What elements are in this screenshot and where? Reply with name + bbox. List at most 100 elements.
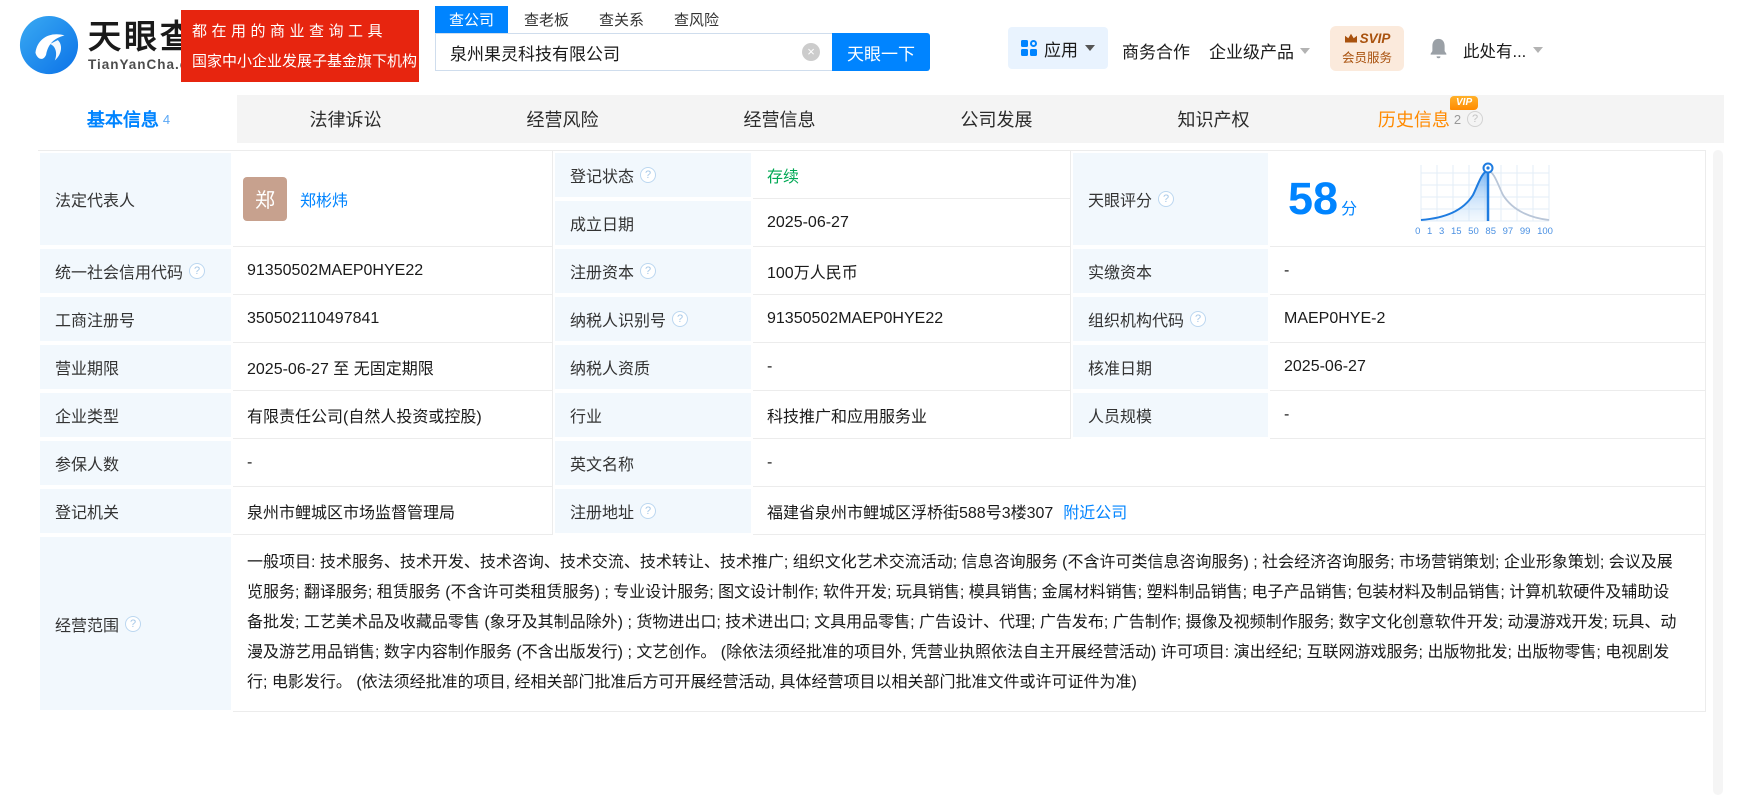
tab-intellectual-property[interactable]: 知识产权	[1105, 95, 1322, 143]
established-label: 成立日期	[553, 199, 753, 247]
help-icon[interactable]: ?	[640, 263, 657, 279]
status-established-column: 登记状态 ? 存续 成立日期 2025-06-27	[553, 151, 1071, 247]
help-icon: ?	[1467, 111, 1484, 127]
tab-operating-info[interactable]: 经营信息	[671, 95, 888, 143]
org-code-label: 组织机构代码 ?	[1071, 295, 1270, 343]
apps-label: 应用	[1044, 40, 1078, 60]
registered-capital-label: 注册资本 ?	[553, 247, 753, 295]
tab-legal-litigation[interactable]: 法律诉讼	[237, 95, 454, 143]
registered-address-label: 注册地址 ?	[553, 487, 753, 535]
tianyancha-page: 天眼查 TianYanCha.com 都在用的商业查询工具 国家中小企业发展子基…	[0, 0, 1744, 795]
table-row-registry: 登记机关 泉州市鲤城区市场监督管理局 注册地址 ? 福建省泉州市鲤城区浮桥街58…	[38, 487, 1706, 535]
search-tab-risk[interactable]: 查风险	[674, 6, 719, 33]
registry-authority-value: 泉州市鲤城区市场监督管理局	[233, 487, 553, 535]
taxpayer-qualification-label: 纳税人资质	[553, 343, 753, 391]
business-scope-label: 经营范围 ?	[38, 535, 233, 712]
avatar[interactable]: 郑	[243, 176, 287, 221]
tab-legal-litigation-label: 法律诉讼	[309, 110, 382, 130]
tab-operating-info-label: 经营信息	[743, 110, 816, 130]
nav-business-cooperation[interactable]: 商务合作	[1122, 38, 1190, 63]
search-tab-boss[interactable]: 查老板	[524, 6, 569, 33]
search-tabs: 查公司 查老板 查关系 查风险	[435, 6, 930, 33]
table-row-reg-status: 登记状态 ? 存续	[553, 151, 1071, 199]
label-text: 登记机关	[55, 505, 120, 522]
industry-label: 行业	[553, 391, 753, 439]
score-distribution-curve	[1420, 162, 1550, 221]
chevron-down-icon	[1533, 47, 1544, 53]
label-text: 核准日期	[1088, 361, 1153, 378]
tick-label: 3	[1438, 225, 1445, 237]
approval-date-label: 核准日期	[1071, 343, 1270, 391]
promo-line1: 都在用的商业查询工具	[192, 23, 388, 40]
crown-icon	[1344, 33, 1357, 43]
reg-status-value: 存续	[753, 151, 1071, 199]
nearby-companies-link[interactable]: 附近公司	[1063, 499, 1127, 523]
search-button[interactable]: 天眼一下	[832, 33, 930, 71]
help-icon[interactable]: ?	[1158, 191, 1175, 207]
insured-count-value: -	[233, 439, 553, 487]
help-icon[interactable]: ?	[640, 503, 657, 519]
tab-history-info[interactable]: VIP 历史信息 2 ?	[1322, 95, 1539, 143]
user-menu[interactable]: 此处有...	[1463, 38, 1544, 62]
help-icon[interactable]: ?	[1190, 311, 1207, 327]
approval-date-value: 2025-06-27	[1270, 343, 1706, 391]
credit-code-value: 91350502MAEP0HYE22	[233, 247, 553, 295]
label-text: 英文名称	[570, 457, 635, 474]
promo-line2: 国家中小企业发展子基金旗下机构	[192, 53, 418, 70]
english-name-label: 英文名称	[553, 439, 753, 487]
table-row-registration-number: 工商注册号 350502110497841 纳税人识别号 ? 91350502M…	[38, 295, 1706, 343]
label-text: 参保人数	[55, 457, 120, 474]
company-type-value: 有限责任公司(自然人投资或控股)	[233, 391, 553, 439]
staff-size-label: 人员规模	[1071, 391, 1270, 439]
chevron-down-icon	[1300, 47, 1310, 54]
label-text: 纳税人识别号	[570, 313, 667, 330]
search-tab-company[interactable]: 查公司	[435, 6, 509, 33]
insured-count-label: 参保人数	[38, 439, 233, 487]
clear-input-icon[interactable]: ×	[802, 43, 820, 61]
tick-label: 1	[1427, 225, 1433, 237]
tab-operating-risk-label: 经营风险	[526, 110, 599, 130]
help-icon[interactable]: ?	[640, 167, 657, 183]
svip-member-button[interactable]: SVIP 会员服务	[1330, 26, 1404, 71]
label-text: 实缴资本	[1088, 265, 1153, 282]
score-chart-ticks: 0 1 3 15 50 85 97 99 100	[1415, 226, 1553, 237]
search-row: × 天眼一下	[435, 33, 930, 71]
nav-enterprise-products[interactable]: 企业级产品	[1209, 38, 1310, 63]
search-input[interactable]	[435, 33, 832, 71]
label-text: 统一社会信用代码	[55, 265, 184, 282]
help-icon[interactable]: ?	[672, 311, 689, 327]
table-row-company-type: 企业类型 有限责任公司(自然人投资或控股) 行业 科技推广和应用服务业 人员规模…	[38, 391, 1706, 439]
notification-bell-icon[interactable]	[1428, 37, 1449, 65]
taxpayer-qualification-value: -	[753, 343, 1071, 391]
chevron-down-icon	[1085, 45, 1095, 51]
registered-address-value: 福建省泉州市鲤城区浮桥街588号3楼307 附近公司	[753, 487, 1706, 535]
search-tab-relation[interactable]: 查关系	[599, 6, 644, 33]
label-text: 人员规模	[1088, 409, 1153, 426]
score-value-cell: 58 分 0 1 3 15 50 85 97 99 100	[1270, 151, 1706, 247]
tab-basic-info[interactable]: 基本信息 4	[20, 95, 237, 143]
registration-number-label: 工商注册号	[38, 295, 233, 343]
scrollbar-track[interactable]	[1713, 150, 1723, 795]
tab-company-development[interactable]: 公司发展	[888, 95, 1105, 143]
label-text: 成立日期	[570, 217, 635, 234]
label-text: 登记状态	[570, 169, 635, 186]
business-term-label: 营业期限	[38, 343, 233, 391]
label-text: 组织机构代码	[1088, 313, 1185, 330]
vip-badge: VIP	[1450, 96, 1479, 110]
company-type-label: 企业类型	[38, 391, 233, 439]
address-text: 福建省泉州市鲤城区浮桥街588号3楼307	[767, 504, 1054, 522]
tab-intellectual-property-label: 知识产权	[1177, 110, 1250, 130]
tab-operating-risk[interactable]: 经营风险	[454, 95, 671, 143]
apps-menu-button[interactable]: 应用	[1008, 27, 1108, 69]
label-text: 营业期限	[55, 361, 120, 378]
help-icon[interactable]: ?	[189, 263, 206, 279]
tick-label: 97	[1502, 225, 1514, 237]
registered-capital-value: 100万人民币	[753, 247, 1071, 295]
legal-rep-name-link[interactable]: 郑彬炜	[300, 187, 348, 211]
tab-history-info-count: 2	[1453, 111, 1462, 127]
tab-company-development-label: 公司发展	[960, 110, 1033, 130]
table-row-insured: 参保人数 - 英文名称 -	[38, 439, 1706, 487]
help-icon[interactable]: ?	[125, 615, 142, 632]
legal-rep-value: 郑 郑彬炜	[233, 151, 553, 247]
score-label: 天眼评分 ?	[1071, 151, 1270, 247]
